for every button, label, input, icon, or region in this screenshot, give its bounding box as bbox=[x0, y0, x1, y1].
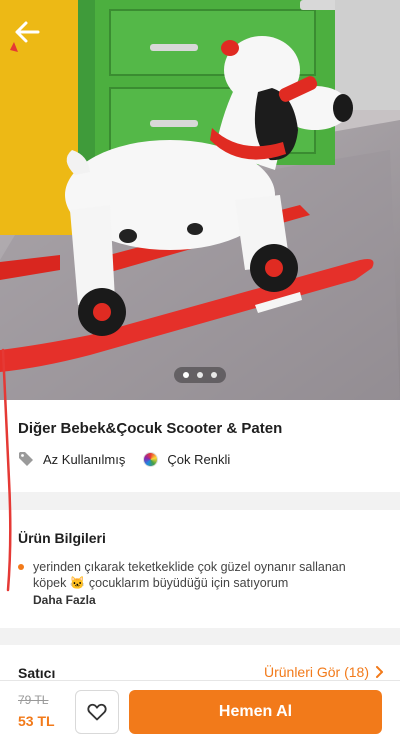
image-pager bbox=[0, 367, 400, 383]
bottom-action-bar: 79 TL 53 TL Hemen Al bbox=[0, 680, 400, 742]
arrow-left-icon bbox=[15, 21, 40, 43]
more-link[interactable]: Daha Fazla bbox=[33, 593, 96, 607]
pager-dot-1[interactable] bbox=[183, 372, 189, 378]
product-info-card: Ürün Bilgileri yerinden çıkarak teketkek… bbox=[0, 510, 400, 628]
current-price: 53 TL bbox=[18, 713, 55, 729]
info-section-title: Ürün Bilgileri bbox=[18, 530, 106, 546]
heart-icon bbox=[87, 703, 107, 721]
buy-now-button[interactable]: Hemen Al bbox=[129, 690, 382, 734]
description-text: yerinden çıkarak teketkeklide çok güzel … bbox=[33, 560, 346, 590]
color-wheel-icon bbox=[143, 451, 159, 467]
product-attributes: Az Kullanılmış Çok Renkli bbox=[18, 451, 248, 467]
pager-dot-2[interactable] bbox=[197, 372, 203, 378]
seller-products-link[interactable]: Ürünleri Gör (18) bbox=[264, 664, 384, 680]
color-label: Çok Renkli bbox=[167, 451, 231, 467]
old-price: 79 TL bbox=[18, 693, 49, 707]
description-item: yerinden çıkarak teketkeklide çok güzel … bbox=[18, 559, 378, 591]
seller-card: Satıcı Ürünleri Gör (18) bbox=[0, 645, 400, 685]
chevron-right-icon bbox=[376, 666, 383, 678]
product-image[interactable] bbox=[0, 0, 400, 400]
condition-label: Az Kullanılmış bbox=[43, 451, 126, 467]
rocking-dog-photo bbox=[0, 0, 400, 400]
back-button[interactable] bbox=[12, 18, 44, 46]
seller-products-label: Ürünleri Gör (18) bbox=[263, 664, 369, 680]
favorite-button[interactable] bbox=[75, 690, 119, 734]
color-attribute: Çok Renkli bbox=[143, 451, 231, 467]
bullet-dot bbox=[18, 564, 24, 570]
seller-label: Satıcı bbox=[18, 665, 56, 681]
condition-attribute: Az Kullanılmış bbox=[18, 451, 125, 467]
product-title: Diğer Bebek&Çocuk Scooter & Paten bbox=[18, 420, 283, 437]
tag-icon bbox=[19, 452, 33, 466]
pager-dot-3[interactable] bbox=[211, 372, 217, 378]
product-summary-card: Diğer Bebek&Çocuk Scooter & Paten Az Kul… bbox=[0, 400, 400, 492]
